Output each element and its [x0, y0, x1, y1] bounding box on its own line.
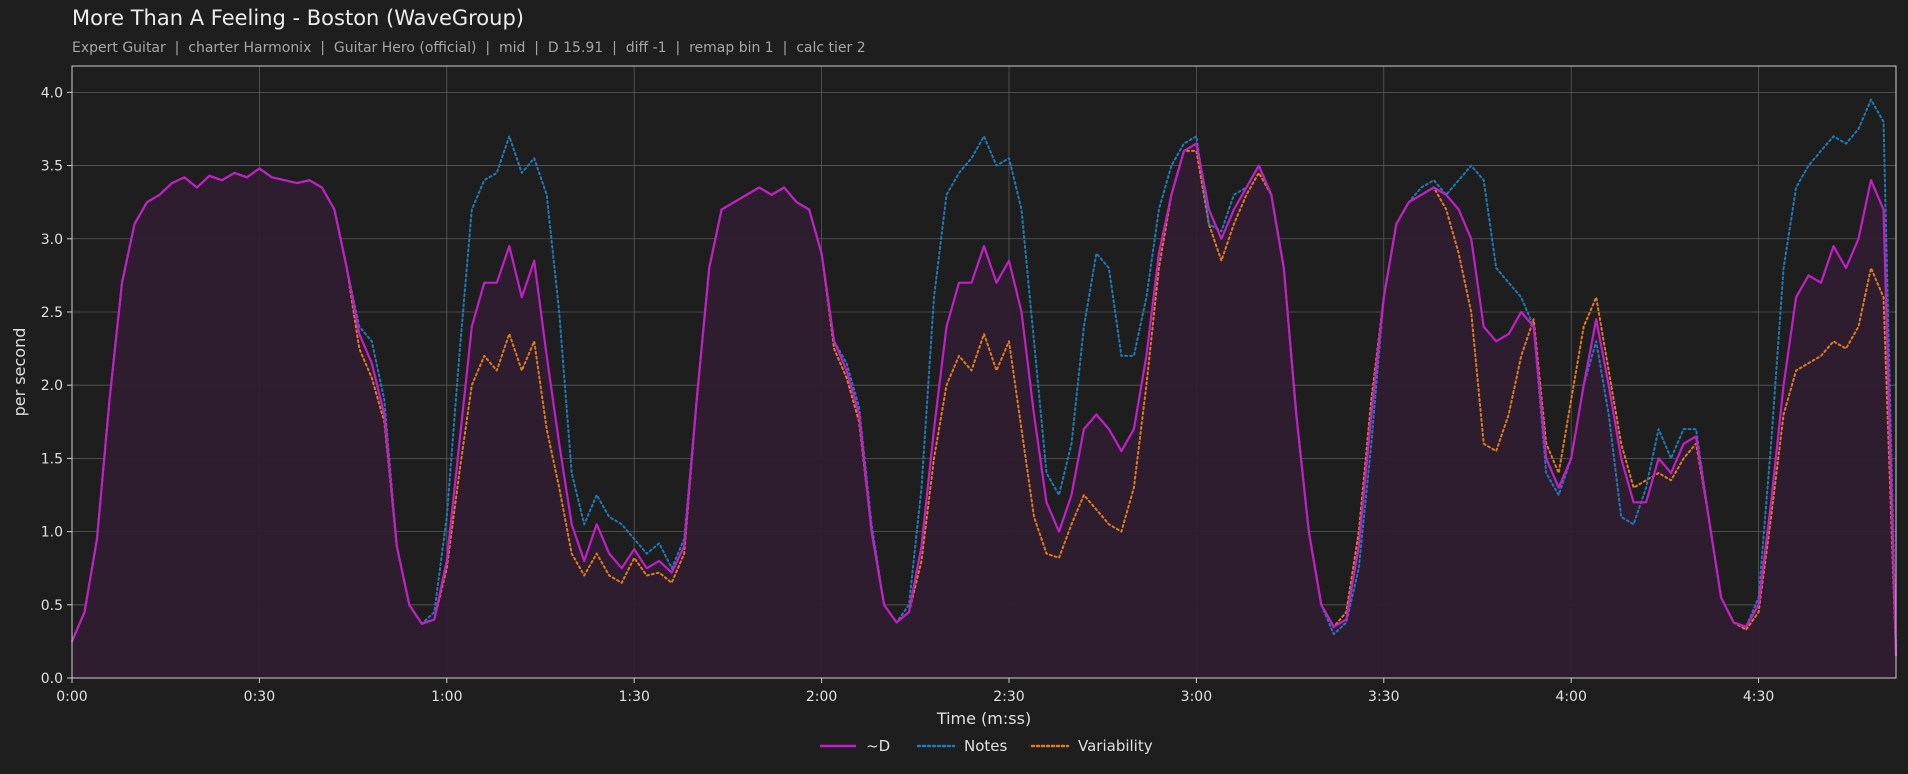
- x-tick-label: 4:00: [1555, 689, 1586, 705]
- legend: ~D Notes Variability: [820, 737, 1153, 755]
- x-tick-label: 0:00: [56, 689, 87, 705]
- y-tick-label: 0.0: [41, 671, 63, 687]
- legend-label-d: ~D: [866, 737, 890, 755]
- y-axis-ticks: 0.0 0.5 1.0 1.5 2.0 2.5 3.0 3.5 4.0: [41, 85, 72, 687]
- legend-label-variability: Variability: [1078, 737, 1153, 755]
- y-tick-label: 3.5: [41, 159, 63, 175]
- series-fill-d: [72, 143, 1896, 679]
- x-axis-ticks: 0:00 0:30 1:00 1:30 2:00 2:30 3:00 3:30 4:00 4:30: [56, 678, 1774, 705]
- legend-label-notes: Notes: [964, 737, 1008, 755]
- x-tick-label: 2:00: [806, 689, 837, 705]
- area-fill: [72, 143, 1896, 679]
- y-tick-label: 2.5: [41, 305, 63, 321]
- x-axis-label: Time (m:ss): [936, 709, 1031, 728]
- y-tick-label: 4.0: [41, 85, 63, 101]
- x-tick-label: 4:30: [1743, 689, 1774, 705]
- x-tick-label: 1:00: [431, 689, 462, 705]
- chart-canvas: 0:00 0:30 1:00 1:30 2:00 2:30 3:00 3:30 4:00 4:30…: [10, 65, 1898, 755]
- y-tick-label: 2.0: [41, 378, 63, 394]
- y-tick-label: 3.0: [41, 232, 63, 248]
- x-tick-label: 1:30: [618, 689, 649, 705]
- x-tick-label: 0:30: [244, 689, 275, 705]
- y-tick-label: 1.0: [41, 525, 63, 541]
- y-tick-label: 1.5: [41, 451, 63, 467]
- y-tick-label: 0.5: [41, 598, 63, 614]
- x-tick-label: 2:30: [993, 689, 1024, 705]
- x-tick-label: 3:00: [1181, 689, 1212, 705]
- y-axis-label: per second: [10, 328, 29, 417]
- x-tick-label: 3:30: [1368, 689, 1399, 705]
